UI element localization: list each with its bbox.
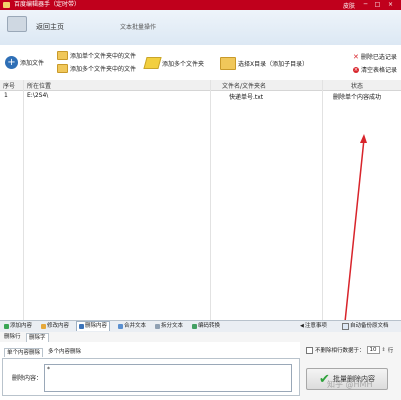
column-divider bbox=[210, 80, 211, 320]
tab-encoding-convert[interactable]: 编码转换 bbox=[190, 322, 222, 331]
tab-modify-content[interactable]: 修改内容 bbox=[39, 322, 71, 331]
folder-icon bbox=[57, 64, 68, 73]
checkbox-icon bbox=[342, 323, 349, 330]
watermark: 知乎 @HMH bbox=[327, 380, 373, 389]
add-single-folder-files-label: 添加单个文件夹中的文件 bbox=[70, 53, 137, 60]
skin-button[interactable]: 皮肤 bbox=[343, 1, 355, 10]
tab-encoding-convert-label: 编码转换 bbox=[198, 323, 221, 329]
header-location[interactable]: 所在位置 bbox=[27, 81, 51, 90]
section-label: 文本批量操作 bbox=[120, 24, 157, 31]
row-count-input[interactable]: 10 bbox=[366, 346, 380, 354]
row-filename: 快递单号.txt bbox=[229, 94, 264, 101]
tab-delete-content[interactable]: 删除内容 bbox=[76, 321, 111, 331]
delete-selected-label: 删除已选记录 bbox=[360, 54, 397, 61]
column-divider bbox=[322, 80, 323, 320]
notes-icon: ◀ bbox=[300, 323, 304, 329]
close-button[interactable]: × bbox=[386, 1, 395, 9]
checkbox-icon bbox=[306, 346, 313, 354]
keep-rows-checkbox[interactable]: 不删除相行数据于： 10 ⇕ 行 bbox=[306, 346, 393, 354]
clear-icon: × bbox=[353, 66, 359, 73]
delete-x-icon: ✕ bbox=[353, 52, 359, 61]
encoding-convert-icon bbox=[192, 324, 197, 329]
minimize-button[interactable]: ─ bbox=[361, 1, 370, 9]
select-dir-icon bbox=[220, 57, 236, 70]
clear-all-label: 清空表格记录 bbox=[361, 67, 398, 74]
tab-merge-text-label: 合并文本 bbox=[124, 323, 147, 329]
delete-selected-button[interactable]: ✕ 删除已选记录 bbox=[353, 52, 397, 62]
tab-add-content-label: 添加内容 bbox=[10, 323, 33, 329]
home-icon[interactable] bbox=[7, 16, 27, 32]
subtab-delete-char[interactable]: 删除字 bbox=[26, 333, 49, 342]
keep-rows-label: 不删除相行数据于： bbox=[315, 348, 365, 354]
row-count-unit: 行 bbox=[387, 348, 394, 354]
delete-content-value: * bbox=[47, 366, 50, 373]
subtab-multi-delete[interactable]: 多个内容删除 bbox=[46, 348, 83, 356]
add-file-icon: + bbox=[5, 56, 18, 69]
add-single-folder-files-button[interactable]: 添加单个文件夹中的文件 bbox=[57, 51, 136, 60]
clear-all-button[interactable]: × 清空表格记录 bbox=[353, 65, 397, 74]
add-multi-folder-files-label: 添加多个文件夹中的文件 bbox=[70, 66, 137, 73]
subtab-delete-line[interactable]: 删除行 bbox=[2, 333, 23, 341]
row-index: 1 bbox=[4, 92, 8, 99]
select-x-dir-button[interactable]: 选择X目录（添加子目录） bbox=[220, 57, 308, 70]
modify-content-icon bbox=[41, 324, 46, 329]
tab-modify-content-label: 修改内容 bbox=[47, 323, 70, 329]
nav-bar: 返回主页 文本批量操作 bbox=[0, 10, 401, 46]
delete-content-input[interactable]: * bbox=[44, 364, 292, 392]
merge-text-icon bbox=[118, 324, 123, 329]
notes-link[interactable]: ◀ 注意事项 bbox=[298, 322, 329, 331]
subtab-single-delete[interactable]: 单个内容删除 bbox=[4, 348, 44, 357]
tab-merge-text[interactable]: 合并文本 bbox=[116, 322, 148, 331]
header-index[interactable]: 序号 bbox=[3, 81, 15, 90]
table-header: 序号 所在位置 文件名/文件夹名 状态 bbox=[0, 80, 401, 91]
auto-backup-checkbox[interactable]: 自动备份原文档 bbox=[340, 322, 391, 331]
row-status: 删除单个内容成功 bbox=[333, 94, 382, 101]
column-divider bbox=[23, 80, 24, 320]
tab-split-text[interactable]: 拆分文本 bbox=[153, 322, 185, 331]
notes-label: 注意事项 bbox=[304, 323, 327, 329]
sub-tab-bar-2: 单个内容删除 多个内容删除 bbox=[2, 348, 298, 358]
maximize-button[interactable]: □ bbox=[373, 1, 382, 9]
folder-stack-icon bbox=[143, 57, 162, 69]
toolbar: + 添加文件 添加单个文件夹中的文件 添加多个文件夹中的文件 添加多个文件夹 选… bbox=[0, 45, 401, 81]
tab-split-text-label: 拆分文本 bbox=[161, 323, 184, 329]
title-bar: 百度编辑器手（定时带） 皮肤 ─ □ × bbox=[0, 0, 401, 10]
row-location: E:\2S4\ bbox=[27, 92, 49, 99]
header-filename[interactable]: 文件名/文件夹名 bbox=[222, 81, 266, 90]
auto-backup-label: 自动备份原文档 bbox=[350, 323, 389, 329]
table-row[interactable]: 1 E:\2S4\ 快递单号.txt 删除单个内容成功 bbox=[0, 91, 401, 101]
split-text-icon bbox=[155, 324, 160, 329]
add-multi-folders-label: 添加多个文件夹 bbox=[162, 60, 205, 68]
select-x-dir-label: 选择X目录（添加子目录） bbox=[238, 61, 309, 68]
home-link[interactable]: 返回主页 bbox=[36, 22, 64, 32]
folder-icon bbox=[57, 51, 68, 60]
add-content-icon bbox=[4, 324, 9, 329]
spinner-icon[interactable]: ⇕ bbox=[382, 347, 386, 353]
window-title: 百度编辑器手（定时带） bbox=[14, 1, 81, 8]
tab-delete-content-label: 删除内容 bbox=[85, 323, 108, 329]
tab-add-content[interactable]: 添加内容 bbox=[2, 322, 34, 331]
app-icon bbox=[3, 2, 10, 8]
add-file-label: 添加文件 bbox=[20, 60, 45, 67]
delete-content-icon bbox=[79, 324, 84, 329]
header-status[interactable]: 状态 bbox=[351, 81, 363, 90]
delete-content-label: 删除内容： bbox=[12, 375, 43, 382]
add-multi-folder-files-button[interactable]: 添加多个文件夹中的文件 bbox=[57, 64, 136, 73]
add-multi-folders-button[interactable]: 添加多个文件夹 bbox=[143, 57, 205, 69]
add-file-button[interactable]: + 添加文件 bbox=[5, 56, 44, 69]
